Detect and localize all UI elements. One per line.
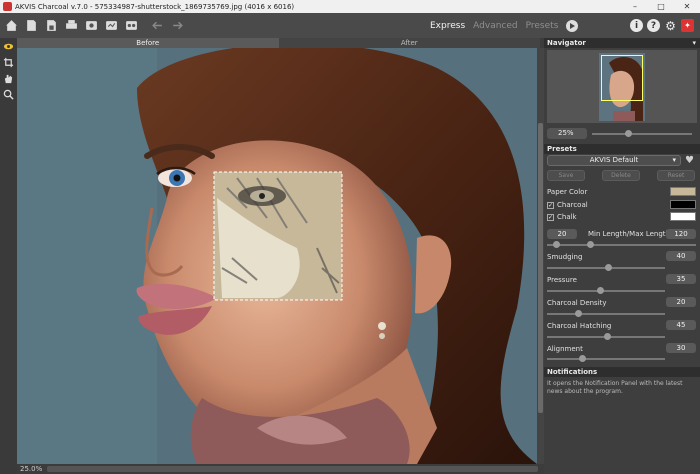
navigator-thumbnail — [599, 52, 645, 121]
alignment-field[interactable]: 30 — [666, 343, 696, 353]
crop-icon[interactable] — [0, 54, 17, 70]
smudging-knob[interactable] — [605, 264, 612, 271]
hatching-slider[interactable] — [547, 333, 665, 340]
navigator-zoom-slider[interactable] — [592, 130, 692, 137]
notifications-text: It opens the Notification Panel with the… — [547, 380, 683, 395]
max-length-knob[interactable] — [587, 241, 594, 248]
share-icon[interactable] — [82, 17, 100, 35]
zoom-slider-knob[interactable] — [625, 130, 632, 137]
length-label: Min Length/Max Length — [588, 230, 670, 238]
density-field[interactable]: 20 — [666, 297, 696, 307]
chevron-down-icon: ▾ — [672, 156, 676, 164]
view-tabs: Before After — [17, 38, 540, 48]
min-length-knob[interactable] — [553, 241, 560, 248]
settings-icon[interactable] — [122, 17, 140, 35]
navigator-viewport[interactable] — [601, 54, 643, 101]
charcoal-checkbox[interactable]: ✓ — [547, 202, 554, 209]
undo-icon[interactable] — [148, 17, 166, 35]
title-bar: AKVIS Charcoal v.7.0 - 575334987-shutter… — [0, 0, 700, 13]
chalk-color-swatch[interactable] — [670, 212, 696, 221]
tab-after[interactable]: After — [278, 38, 540, 48]
length-slider[interactable] — [547, 241, 696, 248]
mode-presets[interactable]: Presets — [526, 21, 559, 31]
alignment-label: Alignment — [547, 345, 583, 353]
app-window: AKVIS Charcoal v.7.0 - 575334987-shutter… — [0, 0, 700, 474]
scroll-thumb[interactable] — [538, 123, 543, 413]
tool-palette — [0, 38, 17, 474]
mode-express[interactable]: Express — [430, 21, 465, 31]
zoom-readout: 25.0% — [20, 465, 43, 473]
pressure-slider[interactable] — [547, 287, 665, 294]
gear-icon[interactable]: ⚙ — [664, 19, 677, 33]
smudging-label: Smudging — [547, 253, 583, 261]
help-icon[interactable]: ? — [647, 19, 660, 32]
delete-button[interactable]: Delete — [602, 170, 640, 181]
navigator-zoom-select[interactable]: 25% — [547, 128, 587, 139]
presets-title: Presets — [547, 145, 577, 153]
alignment-knob[interactable] — [579, 355, 586, 362]
info-icon[interactable]: i — [630, 19, 643, 32]
portrait-image — [17, 48, 537, 464]
preset-selected: AKVIS Default — [589, 156, 639, 164]
save-button[interactable]: Save — [547, 170, 585, 181]
preview-area[interactable] — [213, 171, 343, 301]
batch-icon[interactable] — [102, 17, 120, 35]
eye-icon[interactable] — [0, 38, 17, 54]
print-icon[interactable] — [62, 17, 80, 35]
notifications-header: Notifications — [544, 367, 700, 377]
mode-switcher: Express Advanced Presets — [430, 13, 579, 38]
navigator-title: Navigator — [547, 39, 586, 47]
zoom-icon[interactable] — [0, 86, 17, 102]
toolbar: Express Advanced Presets i ? ⚙ ✦ — [0, 13, 700, 38]
pressure-field[interactable]: 35 — [666, 274, 696, 284]
favorite-icon[interactable]: ♥ — [685, 155, 696, 166]
horizontal-scrollbar[interactable] — [47, 466, 538, 472]
charcoal-color-swatch[interactable] — [670, 200, 696, 209]
pressure-knob[interactable] — [597, 287, 604, 294]
hand-icon[interactable] — [0, 70, 17, 86]
save-icon[interactable] — [42, 17, 60, 35]
notifications-title: Notifications — [547, 368, 598, 376]
redo-icon[interactable] — [168, 17, 186, 35]
charcoal-label: Charcoal — [557, 201, 588, 209]
pressure-label: Pressure — [547, 276, 577, 284]
chalk-label: Chalk — [557, 213, 577, 221]
image-canvas[interactable] — [17, 48, 537, 464]
density-label: Charcoal Density — [547, 299, 607, 307]
mode-advanced[interactable]: Advanced — [473, 21, 517, 31]
max-length-field[interactable]: 120 — [666, 229, 696, 239]
collapse-icon[interactable]: ▾ — [692, 38, 696, 48]
status-bar: 25.0% — [17, 464, 544, 474]
minimize-button[interactable]: – — [622, 0, 648, 13]
density-knob[interactable] — [575, 310, 582, 317]
smudging-field[interactable]: 40 — [666, 251, 696, 261]
alignment-slider[interactable] — [547, 355, 665, 362]
open-icon[interactable] — [22, 17, 40, 35]
hatching-knob[interactable] — [604, 333, 611, 340]
preset-dropdown[interactable]: AKVIS Default ▾ — [547, 155, 681, 166]
app-icon — [3, 2, 12, 11]
tab-before[interactable]: Before — [17, 38, 279, 48]
reset-button[interactable]: Reset — [657, 170, 695, 181]
paper-color-swatch[interactable] — [670, 187, 696, 196]
density-slider[interactable] — [547, 310, 665, 317]
min-length-field[interactable]: 20 — [547, 229, 577, 239]
maximize-button[interactable]: □ — [648, 0, 674, 13]
gift-icon[interactable]: ✦ — [681, 19, 694, 32]
window-title: AKVIS Charcoal v.7.0 - 575334987-shutter… — [15, 2, 295, 11]
hatching-field[interactable]: 45 — [666, 320, 696, 330]
vertical-scrollbar[interactable] — [537, 48, 544, 464]
paper-color-label: Paper Color — [547, 188, 588, 196]
chalk-checkbox[interactable]: ✓ — [547, 214, 554, 221]
hatching-label: Charcoal Hatching — [547, 322, 612, 330]
home-icon[interactable] — [2, 17, 20, 35]
navigator-preview[interactable] — [547, 50, 697, 123]
help-area: i ? ⚙ ✦ — [630, 19, 694, 33]
smudging-slider[interactable] — [547, 264, 665, 271]
run-icon[interactable] — [566, 19, 579, 32]
close-button[interactable]: ✕ — [674, 0, 700, 13]
presets-header: Presets — [544, 144, 700, 154]
navigator-header: Navigator ▾ — [544, 38, 700, 48]
settings-panel: Navigator ▾ 25% Presets AKVIS Default ▾ ♥ … — [544, 38, 700, 474]
